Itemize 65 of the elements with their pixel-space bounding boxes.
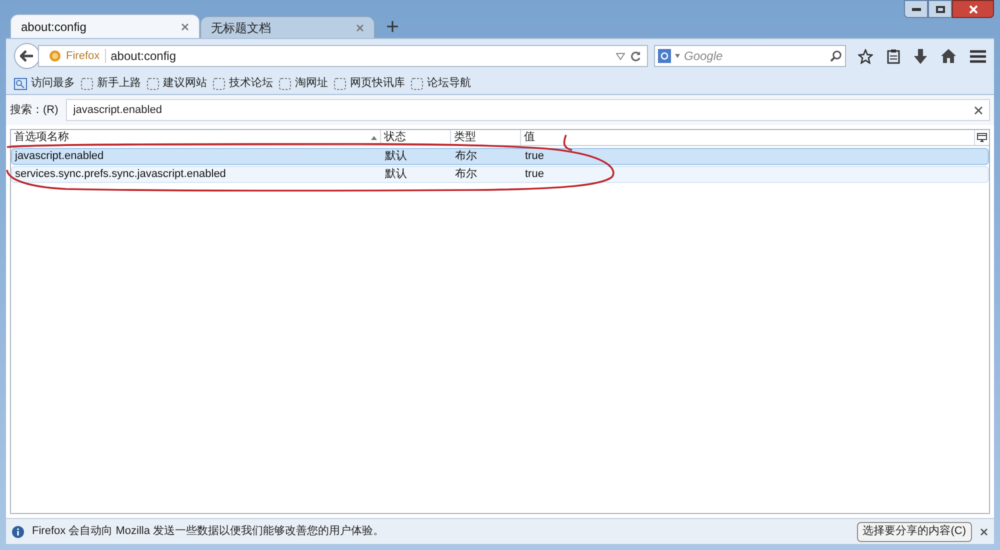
menu-icon[interactable] [970,50,986,62]
maximize-button[interactable] [928,0,952,18]
bookmark-folder-icon [14,78,27,90]
bookmark-item[interactable]: 建议网站 [147,75,207,92]
filter-field[interactable]: javascript.enabled [66,99,990,121]
browser-tab[interactable]: about:config [10,14,200,38]
blank-page-icon [411,78,423,90]
dropdown-triangle-icon[interactable] [616,52,625,60]
search-engine-icon[interactable] [658,49,671,63]
column-header[interactable]: 状态 [381,130,451,145]
table-cell-text: 布尔 [454,149,478,164]
column-header[interactable]: 首选项名称 [11,130,381,145]
table-cell-text: 默认 [384,167,408,182]
bookmark-item[interactable]: 网页快讯库 [334,75,405,92]
bookmark-item[interactable]: 论坛导航 [411,75,471,92]
search-input[interactable]: Google [684,47,826,65]
close-icon[interactable] [356,24,364,32]
search-icon[interactable] [830,50,842,62]
back-arrow-icon [20,50,34,62]
blank-page-icon [279,78,291,90]
table-cell-text: 默认 [384,149,408,164]
close-icon [968,4,978,14]
blank-page-icon [147,78,159,90]
filter-input[interactable]: javascript.enabled [73,102,974,118]
filter-label: 搜索：(R) [10,102,58,118]
home-icon[interactable] [941,49,956,63]
minimize-button[interactable] [904,0,928,18]
search-field[interactable]: Google [654,45,846,67]
bookmark-item[interactable]: 技术论坛 [213,75,273,92]
blank-page-icon [334,78,346,90]
reload-icon[interactable] [630,50,641,62]
table-cell-text: 布尔 [454,167,478,182]
table-cell-text: true [524,167,545,182]
table-row[interactable]: javascript.enabled 默认 布尔 true [11,148,989,165]
download-arrow-icon[interactable] [914,48,927,64]
new-tab-plus-icon[interactable] [387,21,398,32]
table-row[interactable]: services.sync.prefs.sync.javascript.enabled 默认 布尔 true [11,166,989,183]
firefox-globe-icon [49,50,61,62]
bookmark-item[interactable]: 访问最多 [14,75,75,92]
clipboard-icon[interactable] [887,48,900,64]
url-text: about:config [110,48,176,65]
bookmark-item[interactable]: 新手上路 [81,75,141,92]
close-button[interactable] [952,0,994,18]
table-cell-text: true [524,149,545,164]
column-header[interactable]: 值 [521,130,975,145]
caret-icon [675,54,680,58]
sort-caret-icon [371,136,377,140]
table-cell-text: javascript.enabled [14,149,105,164]
back-button[interactable] [14,43,40,69]
close-icon[interactable] [980,528,988,536]
close-icon[interactable] [181,22,189,30]
blank-page-icon [213,78,225,90]
info-icon [12,526,24,538]
identity-label: Firefox [66,48,100,64]
bookmark-item[interactable]: 淘网址 [279,75,328,92]
star-icon[interactable] [858,48,873,64]
blank-page-icon [81,78,93,90]
address-bar[interactable]: Firefox about:config [38,45,648,67]
browser-tab[interactable]: 无标题文档 [200,16,375,38]
column-picker-icon[interactable] [977,133,987,142]
column-header[interactable]: 类型 [451,130,521,145]
share-choice-button[interactable]: 选择要分享的内容(C) [856,522,972,542]
table-cell-text: services.sync.prefs.sync.javascript.enabled [14,167,227,182]
clear-icon[interactable] [974,106,983,114]
notification-message: Firefox 会自动向 Mozilla 发送一些数据以便我们能够改善您的用户体验。 [32,524,386,540]
